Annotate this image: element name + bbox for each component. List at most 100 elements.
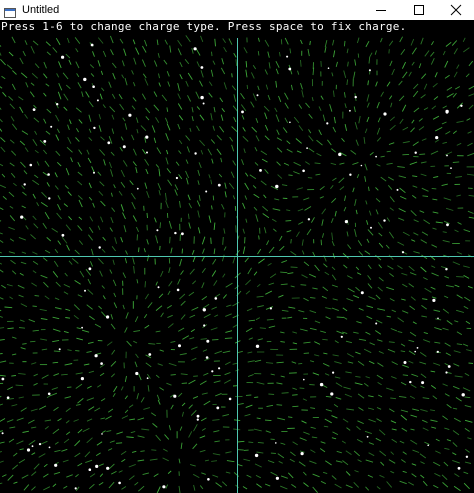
field-vector	[148, 343, 156, 345]
field-vector	[66, 37, 70, 44]
field-vector	[125, 312, 129, 319]
field-vector	[211, 51, 213, 57]
field-vector	[55, 134, 60, 141]
field-vector	[9, 162, 15, 167]
minimize-button[interactable]	[363, 0, 400, 20]
field-vector	[409, 395, 416, 399]
field-canvas[interactable]	[0, 20, 474, 493]
field-vector	[389, 196, 395, 203]
field-vector	[137, 435, 145, 438]
test-particle	[206, 339, 210, 343]
field-vector	[378, 350, 384, 354]
field-vector	[387, 265, 394, 270]
field-vector	[202, 303, 210, 309]
field-vector	[88, 137, 93, 142]
field-vector	[86, 350, 92, 353]
field-vector	[40, 338, 48, 341]
field-vector	[314, 320, 321, 324]
field-vector	[432, 115, 440, 120]
field-vector	[12, 70, 17, 75]
field-vector	[278, 294, 284, 298]
field-vector	[17, 284, 25, 289]
field-vector	[41, 348, 48, 351]
field-vector	[100, 216, 104, 223]
field-vector	[179, 74, 183, 80]
field-vector	[111, 93, 116, 99]
field-vector	[136, 393, 139, 400]
field-vector	[97, 225, 101, 231]
field-vector	[153, 91, 158, 97]
field-vector	[88, 196, 93, 201]
field-vector	[388, 254, 394, 261]
field-vector	[267, 51, 270, 58]
field-vector	[42, 222, 47, 229]
field-vector	[20, 161, 26, 168]
field-vector	[112, 72, 116, 80]
field-vector	[74, 452, 81, 458]
field-vector	[331, 415, 338, 419]
field-vector	[375, 209, 379, 215]
field-vector	[98, 190, 104, 196]
field-vector	[389, 207, 394, 211]
field-vector	[322, 362, 330, 367]
field-vector	[463, 471, 469, 475]
field-vector	[339, 162, 345, 165]
field-vector	[332, 39, 335, 46]
field-vector	[185, 35, 191, 43]
field-vector	[110, 49, 114, 56]
window-title-bar[interactable]: Untitled	[0, 0, 474, 20]
field-vector	[442, 327, 449, 331]
test-particle	[446, 223, 449, 227]
field-vector	[446, 404, 452, 409]
field-vector	[73, 314, 79, 320]
field-vector	[121, 458, 126, 463]
field-vector	[420, 161, 427, 164]
field-vector	[6, 283, 13, 287]
field-vector	[367, 264, 372, 270]
field-vector	[442, 231, 447, 233]
field-vector	[401, 272, 408, 276]
field-vector	[20, 347, 26, 350]
field-vector	[363, 348, 372, 354]
field-vector	[158, 73, 160, 79]
field-vector	[287, 316, 293, 319]
test-particle	[254, 453, 259, 458]
field-vector	[424, 441, 430, 445]
field-vector	[246, 474, 252, 478]
field-vector	[245, 172, 249, 177]
field-vector	[456, 294, 463, 299]
field-vector	[75, 137, 80, 142]
field-vector	[411, 239, 416, 242]
close-button[interactable]	[437, 0, 474, 20]
field-vector	[265, 84, 269, 90]
field-vector	[6, 64, 13, 70]
field-vector	[422, 195, 429, 197]
field-vector	[281, 392, 289, 394]
field-vector	[306, 228, 312, 236]
field-vector	[213, 106, 216, 113]
field-vector	[178, 458, 181, 464]
field-vector	[38, 405, 47, 410]
field-vector	[431, 296, 437, 299]
field-vector	[346, 231, 349, 237]
field-vector	[268, 246, 275, 254]
field-vector	[402, 126, 409, 131]
field-vector	[452, 385, 460, 390]
field-vector	[430, 419, 438, 423]
field-vector	[276, 404, 283, 406]
field-vector	[83, 363, 90, 366]
field-vector	[193, 484, 196, 491]
field-vector	[180, 442, 183, 449]
field-vector	[366, 305, 374, 309]
maximize-button[interactable]	[400, 0, 437, 20]
field-vector	[18, 396, 24, 399]
test-particle	[81, 326, 83, 329]
field-vector	[177, 83, 180, 91]
field-vector	[126, 436, 134, 438]
field-vector	[51, 387, 58, 391]
field-vector	[453, 417, 461, 423]
field-vector	[331, 307, 339, 312]
field-vector	[129, 180, 134, 186]
field-vector	[293, 161, 301, 167]
field-vector	[179, 258, 183, 267]
